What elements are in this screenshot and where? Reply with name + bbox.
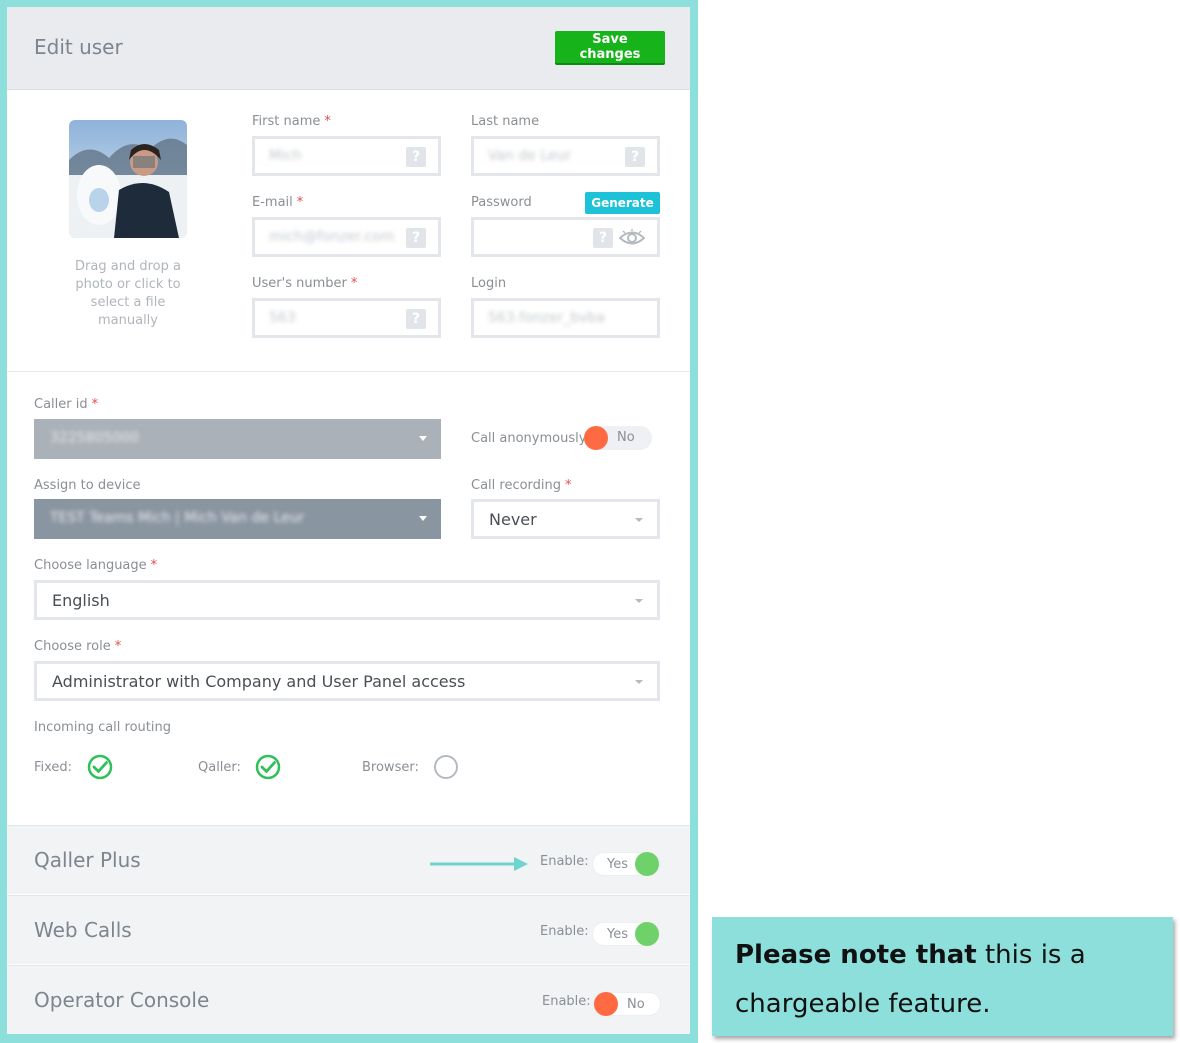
section-divider <box>7 371 690 372</box>
call-recording-label: Call recording * <box>471 478 572 493</box>
toggle-state: No <box>617 430 635 445</box>
chevron-down-icon <box>635 680 643 684</box>
show-password-eye-icon[interactable] <box>619 229 645 247</box>
panel-header: Edit user Save changes <box>7 7 690 90</box>
toggle-knob <box>594 992 618 1016</box>
users-number-field[interactable]: 563 ? <box>252 298 441 338</box>
toggle-state: Yes <box>607 927 628 942</box>
feature-qaller-plus: Qaller Plus Enable: Yes <box>7 825 690 894</box>
caller-id-value: 3225805000 <box>50 430 140 446</box>
feature-title: Operator Console <box>34 988 210 1012</box>
enable-label: Enable: <box>540 854 589 869</box>
email-value: mich@fonzer.com <box>269 229 395 245</box>
routing-qaller-label: Qaller: <box>198 760 241 775</box>
web-calls-toggle[interactable]: Yes <box>592 922 660 946</box>
feature-title: Web Calls <box>34 918 132 942</box>
help-icon[interactable]: ? <box>625 147 645 167</box>
users-number-value: 563 <box>269 310 296 326</box>
chevron-down-icon <box>419 516 427 521</box>
edit-user-frame: Edit user Save changes Drag and drop a p… <box>0 0 698 1043</box>
routing-label: Incoming call routing <box>34 720 171 735</box>
toggle-state: No <box>627 997 645 1012</box>
chargeable-feature-note: Please note that this is a chargeable fe… <box>712 917 1173 1036</box>
edit-user-panel: Edit user Save changes Drag and drop a p… <box>7 7 690 1034</box>
first-name-field[interactable]: Mich ? <box>252 136 441 176</box>
caller-id-select[interactable]: 3225805000 <box>34 419 441 459</box>
password-field[interactable]: ? <box>471 217 660 257</box>
feature-web-calls: Web Calls Enable: Yes <box>7 895 690 964</box>
email-field[interactable]: mich@fonzer.com ? <box>252 217 441 257</box>
first-name-value: Mich <box>269 148 302 164</box>
feature-operator-console: Operator Console Enable: No <box>7 965 690 1034</box>
toggle-knob <box>635 852 659 876</box>
routing-fixed-label: Fixed: <box>34 760 73 775</box>
note-text: Please note that this is a chargeable fe… <box>735 940 1086 1019</box>
language-select[interactable]: English <box>34 580 660 620</box>
chevron-down-icon <box>635 599 643 603</box>
call-anonymously-label: Call anonymously: <box>471 431 590 446</box>
feature-title: Qaller Plus <box>34 848 141 872</box>
help-icon[interactable]: ? <box>406 309 426 329</box>
login-value: 563.fonzer_bvba <box>488 310 605 326</box>
users-number-label: User's number * <box>252 276 358 291</box>
assign-device-select[interactable]: TEST Teams Mich | Mich Van de Leur <box>34 499 441 539</box>
chevron-down-icon <box>419 436 427 441</box>
enable-label: Enable: <box>540 924 589 939</box>
first-name-label: First name * <box>252 114 331 129</box>
call-recording-select[interactable]: Never <box>471 499 660 539</box>
page-title: Edit user <box>34 35 123 59</box>
generate-password-button[interactable]: Generate <box>585 192 660 214</box>
toggle-state: Yes <box>607 857 628 872</box>
help-icon[interactable]: ? <box>406 147 426 167</box>
last-name-field[interactable]: Van de Leur ? <box>471 136 660 176</box>
user-photo <box>69 120 187 238</box>
language-label: Choose language * <box>34 558 158 573</box>
last-name-label: Last name <box>471 114 540 129</box>
password-label: Password <box>471 195 532 210</box>
role-label: Choose role * <box>34 639 122 654</box>
language-value: English <box>52 591 110 610</box>
toggle-knob <box>635 922 659 946</box>
caller-id-label: Caller id * <box>34 397 99 412</box>
help-icon[interactable]: ? <box>406 228 426 248</box>
role-value: Administrator with Company and User Pane… <box>52 672 466 691</box>
chevron-down-icon <box>635 518 643 522</box>
role-select[interactable]: Administrator with Company and User Pane… <box>34 661 660 701</box>
last-name-value: Van de Leur <box>488 148 572 164</box>
browser-unchecked-icon[interactable] <box>433 754 459 780</box>
avatar[interactable] <box>69 120 187 238</box>
call-recording-value: Never <box>489 510 537 529</box>
call-anonymously-toggle[interactable]: No <box>584 426 652 450</box>
operator-console-toggle[interactable]: No <box>593 992 661 1016</box>
enable-label: Enable: <box>542 994 591 1009</box>
routing-browser-label: Browser: <box>362 760 419 775</box>
login-field[interactable]: 563.fonzer_bvba <box>471 298 660 338</box>
qaller-plus-toggle[interactable]: Yes <box>592 852 660 876</box>
email-label: E-mail * <box>252 195 304 210</box>
toggle-knob <box>584 426 608 450</box>
photo-drop-text[interactable]: Drag and drop a photo or click to select… <box>63 258 193 330</box>
login-label: Login <box>471 276 507 291</box>
save-changes-button[interactable]: Save changes <box>555 31 665 63</box>
help-icon[interactable]: ? <box>593 228 613 248</box>
annotation-arrow-icon <box>430 857 528 871</box>
qaller-checked-icon[interactable] <box>255 754 281 780</box>
assign-device-value: TEST Teams Mich | Mich Van de Leur <box>50 510 305 526</box>
fixed-checked-icon[interactable] <box>87 754 113 780</box>
assign-device-label: Assign to device <box>34 478 141 493</box>
